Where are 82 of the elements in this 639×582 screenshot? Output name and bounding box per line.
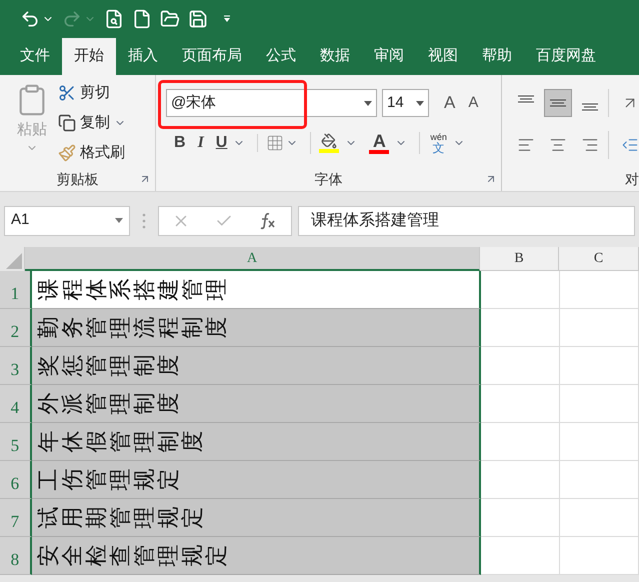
row-header[interactable]: 7 [0, 499, 32, 537]
clipboard-button[interactable]: 格式刷 [80, 142, 125, 164]
table-cell[interactable] [481, 537, 560, 575]
folder-icon[interactable] [160, 9, 180, 29]
name-box[interactable]: A1 [4, 206, 130, 236]
table-cell[interactable]: 试用期管理规定 [32, 499, 482, 537]
new-file-icon[interactable] [132, 9, 152, 29]
phonetic-button[interactable]: wén 文 [430, 132, 447, 154]
shrink-font-button[interactable]: A [464, 92, 482, 114]
table-cell[interactable] [481, 347, 560, 385]
table-cell[interactable] [560, 385, 639, 423]
ribbon-tab[interactable]: 数据 [308, 38, 362, 75]
italic-button[interactable]: I [198, 131, 204, 155]
ribbon-tab[interactable]: 插入 [116, 38, 170, 75]
ribbon-tab[interactable]: 公式 [254, 38, 308, 75]
clipboard-button[interactable]: 剪切 [80, 82, 110, 104]
dropdown-arrow-icon[interactable] [364, 100, 372, 106]
ribbon-tab[interactable]: 视图 [416, 38, 470, 75]
decrease-indent-icon[interactable] [608, 131, 639, 159]
column-header[interactable]: A [25, 247, 480, 271]
table-cell[interactable] [481, 271, 560, 309]
table-cell[interactable] [481, 385, 560, 423]
row-header[interactable]: 4 [0, 385, 32, 423]
dropdown-arrow-icon[interactable] [115, 218, 123, 223]
table-cell[interactable]: 外派管理制度 [32, 385, 482, 423]
table-cell[interactable]: 课程体系搭建管理 [32, 271, 482, 309]
table-cell[interactable] [481, 423, 560, 461]
table-cell[interactable] [560, 271, 639, 309]
corner-triangle-icon [6, 253, 22, 269]
table-cell[interactable] [481, 499, 560, 537]
font-name-field[interactable]: @宋体 [166, 89, 377, 117]
row-header[interactable]: 1 [0, 271, 32, 309]
column-header[interactable]: B [480, 247, 559, 271]
table-cell[interactable]: 勤务管理流程制度 [32, 309, 482, 347]
dialog-launcher-icon[interactable] [485, 173, 497, 185]
underline-button[interactable]: U [216, 131, 228, 155]
customize-toolbar-icon[interactable] [222, 14, 232, 24]
print-preview-icon[interactable] [104, 9, 124, 29]
ribbon-tab[interactable]: 审阅 [362, 38, 416, 75]
font-size-field[interactable]: 14 [382, 89, 429, 117]
row-header[interactable]: 8 [0, 537, 32, 575]
undo-icon[interactable] [20, 9, 40, 29]
row-header[interactable]: 2 [0, 309, 32, 347]
ribbon-tab[interactable]: 开始 [62, 38, 116, 75]
clipboard-button[interactable]: 复制 [80, 112, 110, 134]
group-label: 字体 [314, 170, 342, 188]
ribbon-tab[interactable]: 帮助 [470, 38, 524, 75]
grow-font-button[interactable]: A [440, 90, 460, 116]
fill-bucket-icon[interactable] [320, 133, 338, 149]
table-cell[interactable] [560, 309, 639, 347]
table-cell[interactable]: 安全检查管理规定 [32, 537, 482, 575]
row-header[interactable]: 3 [0, 347, 32, 385]
dialog-launcher-icon[interactable] [139, 173, 151, 185]
row-header[interactable]: 6 [0, 461, 32, 499]
group-label: 对 [625, 170, 639, 188]
table-cell[interactable] [560, 461, 639, 499]
group-label: 剪贴板 [56, 170, 98, 188]
column-header[interactable]: C [559, 247, 639, 271]
table-cell[interactable] [560, 499, 639, 537]
scissors-icon [58, 84, 76, 102]
table-cell[interactable] [560, 537, 639, 575]
brush-icon [58, 144, 76, 162]
ribbon-tab[interactable]: 百度网盘 [524, 38, 608, 75]
borders-icon[interactable] [266, 134, 284, 152]
align-middle-icon[interactable] [544, 89, 572, 117]
grip-icon [142, 212, 146, 228]
ribbon-tab[interactable]: 页面布局 [170, 38, 254, 75]
table-cell[interactable]: 奖惩管理制度 [32, 347, 482, 385]
row-header[interactable]: 5 [0, 423, 32, 461]
copy-icon [58, 114, 76, 132]
table-cell[interactable] [481, 461, 560, 499]
table-cell[interactable]: 年休假管理制度 [32, 423, 482, 461]
bold-button[interactable]: B [174, 131, 186, 155]
save-icon[interactable] [188, 9, 208, 29]
table-cell[interactable] [481, 309, 560, 347]
formula-field[interactable]: 课程体系搭建管理 [298, 206, 635, 236]
table-cell[interactable]: 工伤管理规定 [32, 461, 482, 499]
dropdown-arrow-icon[interactable] [416, 100, 424, 106]
table-cell[interactable] [560, 347, 639, 385]
font-color-letter[interactable]: A [372, 132, 386, 150]
table-cell[interactable] [560, 423, 639, 461]
ribbon-tab[interactable]: 文件 [8, 38, 62, 75]
